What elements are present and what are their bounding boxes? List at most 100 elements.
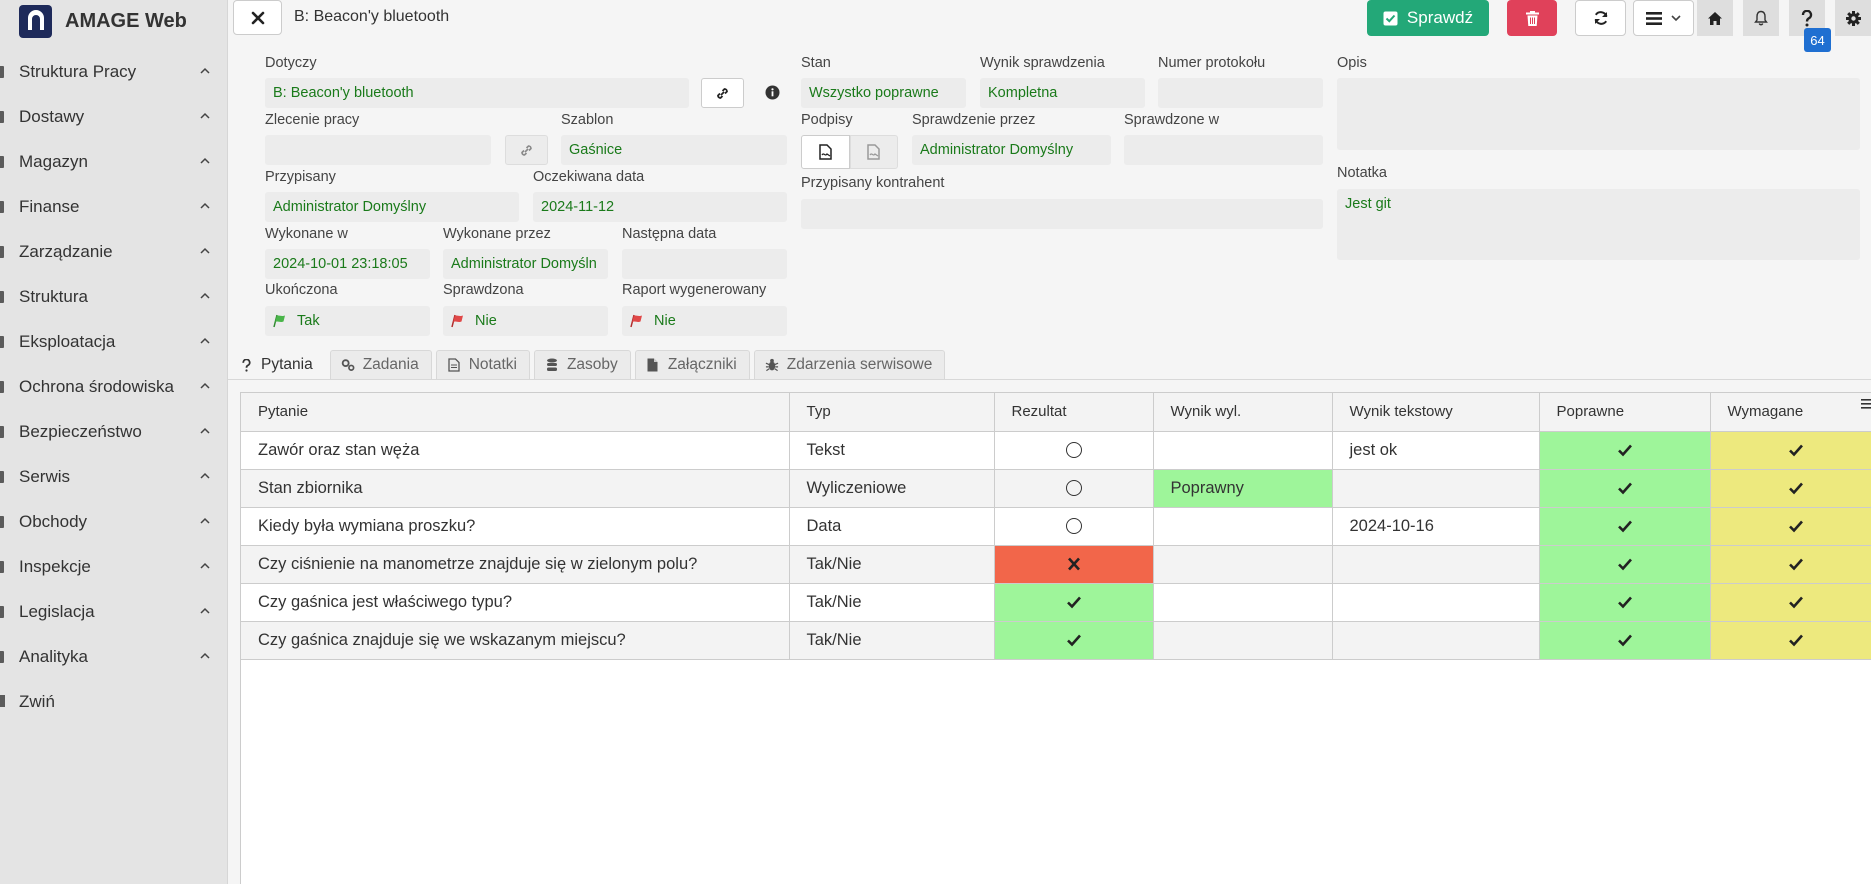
column-header-typ[interactable]: Typ — [789, 393, 995, 432]
cell-typ[interactable]: Data — [789, 507, 995, 546]
table-row[interactable]: Zawór oraz stan węża Tekst jest ok — [241, 431, 1871, 470]
cell-wymagane[interactable] — [1710, 431, 1871, 470]
wykonane-w-field[interactable]: 2024-10-01 23:18:05 — [265, 249, 430, 279]
cell-wymagane[interactable] — [1710, 621, 1871, 660]
cell-typ[interactable]: Tak/Nie — [789, 583, 995, 622]
sidebar-item[interactable]: Inspekcje — [0, 544, 228, 589]
sidebar-item[interactable]: Finanse — [0, 184, 228, 229]
cell-wynik-tekstowy[interactable]: jest ok — [1332, 431, 1540, 470]
cell-pytanie[interactable]: Czy gaśnica jest właściwego typu? — [241, 583, 790, 622]
cell-poprawne[interactable] — [1539, 545, 1711, 584]
column-header-poprawne[interactable]: Poprawne — [1539, 393, 1711, 432]
sprawdzenie-przez-field[interactable]: Administrator Domyślny — [912, 135, 1111, 165]
table-row[interactable]: Kiedy była wymiana proszku? Data 2024-10-1… — [241, 507, 1871, 546]
home-button[interactable] — [1697, 0, 1733, 36]
cell-poprawne[interactable] — [1539, 583, 1711, 622]
cell-rezultat[interactable] — [994, 583, 1154, 622]
refresh-button[interactable] — [1575, 0, 1626, 36]
dotyczy-field[interactable]: B: Beacon'y bluetooth — [265, 78, 689, 108]
raport-field[interactable]: Nie — [622, 306, 787, 336]
cell-typ[interactable]: Wyliczeniowe — [789, 469, 995, 508]
tab-notatki[interactable]: Notatki — [435, 350, 530, 379]
link-button[interactable] — [701, 78, 744, 108]
cell-wynik-tekstowy[interactable]: 2024-10-16 — [1332, 507, 1540, 546]
cell-pytanie[interactable]: Czy ciśnienie na manometrze znajduje się… — [241, 545, 790, 584]
info-icon[interactable] — [765, 85, 780, 100]
column-header-wynik-tekstowy[interactable]: Wynik tekstowy — [1332, 393, 1540, 432]
sidebar-item[interactable]: Serwis — [0, 454, 228, 499]
cell-rezultat[interactable] — [994, 545, 1154, 584]
sidebar-item[interactable]: Eksploatacja — [0, 319, 228, 364]
cell-wymagane[interactable] — [1710, 507, 1871, 546]
close-button[interactable] — [233, 0, 282, 35]
sidebar-collapse[interactable]: Zwiń — [0, 679, 228, 724]
table-row[interactable]: Czy ciśnienie na manometrze znajduje się… — [241, 545, 1871, 584]
cell-rezultat[interactable] — [994, 469, 1154, 508]
column-header-wynik-wyl[interactable]: Wynik wyl. — [1153, 393, 1333, 432]
sidebar-item[interactable]: Struktura — [0, 274, 228, 319]
delete-button[interactable] — [1507, 0, 1557, 36]
more-menu-button[interactable] — [1633, 0, 1694, 36]
sidebar-item[interactable]: Zarządzanie — [0, 229, 228, 274]
stan-field[interactable]: Wszystko poprawne — [801, 78, 966, 108]
nastepna-data-field[interactable] — [622, 249, 787, 279]
sidebar-item[interactable]: Obchody — [0, 499, 228, 544]
brand[interactable]: AMAGE Web — [0, 0, 227, 42]
table-row[interactable]: Czy gaśnica znajduje się we wskazanym mi… — [241, 621, 1871, 660]
settings-button[interactable] — [1835, 0, 1871, 36]
cell-wynik-wyl[interactable] — [1153, 545, 1333, 584]
tab-zdarzenia-serwisowe[interactable]: Zdarzenia serwisowe — [753, 350, 946, 379]
column-header-rezultat[interactable]: Rezultat — [994, 393, 1154, 432]
signature-view-button[interactable] — [850, 135, 898, 169]
cell-typ[interactable]: Tak/Nie — [789, 621, 995, 660]
sidebar-item[interactable]: Ochrona środowiska — [0, 364, 228, 409]
oczekiwana-data-field[interactable]: 2024-11-12 — [533, 192, 787, 222]
tab-zalaczniki[interactable]: Załączniki — [634, 350, 750, 379]
opis-field[interactable] — [1337, 78, 1860, 150]
sidebar-item[interactable]: Struktura Pracy — [0, 49, 228, 94]
cell-wynik-wyl[interactable] — [1153, 507, 1333, 546]
table-row[interactable]: Stan zbiornika Wyliczeniowe Poprawny — [241, 469, 1871, 508]
column-header-pytanie[interactable]: Pytanie — [241, 393, 790, 432]
cell-wymagane[interactable] — [1710, 545, 1871, 584]
sidebar-item[interactable]: Bezpieczeństwo — [0, 409, 228, 454]
wykonane-przez-field[interactable]: Administrator Domyśln — [443, 249, 608, 279]
cell-wynik-wyl[interactable] — [1153, 431, 1333, 470]
cell-poprawne[interactable] — [1539, 469, 1711, 508]
zlecenie-link-button[interactable] — [505, 135, 548, 165]
wynik-sprawdzenia-field[interactable]: Kompletna — [980, 78, 1145, 108]
ukonczona-field[interactable]: Tak — [265, 306, 430, 336]
cell-wymagane[interactable] — [1710, 469, 1871, 508]
cell-poprawne[interactable] — [1539, 431, 1711, 470]
szablon-field[interactable]: Gaśnice — [561, 135, 787, 165]
cell-poprawne[interactable] — [1539, 621, 1711, 660]
zlecenie-field[interactable] — [265, 135, 491, 165]
cell-pytanie[interactable]: Kiedy była wymiana proszku? — [241, 507, 790, 546]
kontrahent-field[interactable] — [801, 199, 1323, 229]
column-header-wymagane[interactable]: Wymagane — [1710, 393, 1871, 432]
cell-wynik-wyl[interactable]: Poprawny — [1153, 469, 1333, 508]
notatka-field[interactable]: Jest git — [1337, 189, 1860, 260]
signature-add-button[interactable] — [801, 135, 850, 169]
table-row[interactable]: Czy gaśnica jest właściwego typu? Tak/Nie — [241, 583, 1871, 622]
cell-wynik-tekstowy[interactable] — [1332, 469, 1540, 508]
tab-pytania[interactable]: Pytania — [228, 350, 326, 379]
numer-protokolu-field[interactable] — [1158, 78, 1323, 108]
check-button[interactable]: Sprawdź — [1367, 0, 1489, 36]
sidebar-item[interactable]: Analityka — [0, 634, 228, 679]
cell-wynik-tekstowy[interactable] — [1332, 621, 1540, 660]
sprawdzone-w-field[interactable] — [1124, 135, 1323, 165]
cell-pytanie[interactable]: Stan zbiornika — [241, 469, 790, 508]
cell-rezultat[interactable] — [994, 621, 1154, 660]
tab-zadania[interactable]: Zadania — [329, 350, 432, 379]
cell-wynik-tekstowy[interactable] — [1332, 583, 1540, 622]
przypisany-field[interactable]: Administrator Domyślny — [265, 192, 519, 222]
cell-poprawne[interactable] — [1539, 507, 1711, 546]
cell-wymagane[interactable] — [1710, 583, 1871, 622]
cell-typ[interactable]: Tekst — [789, 431, 995, 470]
sidebar-item[interactable]: Magazyn — [0, 139, 228, 184]
sprawdzona-field[interactable]: Nie — [443, 306, 608, 336]
cell-typ[interactable]: Tak/Nie — [789, 545, 995, 584]
cell-wynik-tekstowy[interactable] — [1332, 545, 1540, 584]
sidebar-item[interactable]: Dostawy — [0, 94, 228, 139]
